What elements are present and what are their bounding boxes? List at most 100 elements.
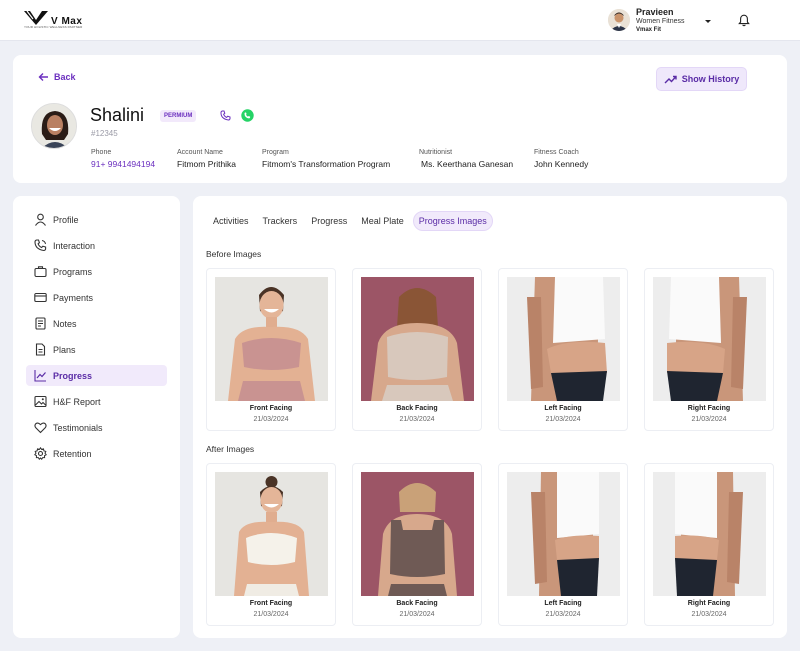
photo-date: 21/03/2024 — [691, 416, 727, 423]
card-icon — [34, 292, 47, 303]
sidebar-item-label: Progress — [53, 370, 93, 381]
sidebar-item-interaction[interactable]: Interaction — [26, 235, 167, 256]
photo-date: 21/03/2024 — [399, 416, 435, 423]
trend-up-icon — [664, 75, 677, 83]
before-right-photo — [653, 277, 766, 401]
photo-label: Left Facing — [544, 600, 582, 607]
show-history-button[interactable]: Show History — [656, 67, 747, 91]
after-right-card[interactable]: Right Facing 21/03/2024 — [644, 463, 774, 626]
user-avatar[interactable] — [608, 9, 630, 31]
photo-label: Back Facing — [396, 600, 438, 607]
after-left-photo — [507, 472, 620, 596]
back-label: Back — [54, 72, 76, 82]
sidebar-item-label: Notes — [53, 318, 77, 329]
call-icon[interactable] — [220, 110, 231, 121]
photo-date: 21/03/2024 — [253, 611, 289, 618]
tab-meal-plate[interactable]: Meal Plate — [356, 211, 409, 231]
chevron-down-icon[interactable] — [703, 17, 713, 25]
after-front-photo — [215, 472, 328, 596]
sidebar-item-label: Payments — [53, 292, 94, 303]
photo-date: 21/03/2024 — [399, 611, 435, 618]
before-front-card[interactable]: Front Facing 21/03/2024 — [206, 268, 336, 431]
field-value: John Kennedy — [534, 159, 589, 169]
before-left-card[interactable]: Left Facing 21/03/2024 — [498, 268, 628, 431]
vmax-logo[interactable]: V Max YOUR HOLISTIC WELLNESS PARTNER — [24, 11, 90, 31]
briefcase-icon — [34, 266, 47, 278]
field-value: Ms. Keerthana Ganesan — [421, 159, 514, 169]
show-history-label: Show History — [681, 74, 740, 84]
logo-mark-icon — [24, 11, 48, 25]
photo-label: Front Facing — [249, 405, 293, 412]
field-nutritionist: Nutritionist Ms. Keerthana Ganesan — [419, 149, 513, 169]
premium-badge: PERMIUM — [160, 110, 197, 122]
client-profile-card: Back Show History Shalini PERMIUM #12345… — [13, 55, 787, 183]
sidebar-item-label: H&F Report — [53, 396, 101, 407]
sidebar-item-label: Retention — [53, 448, 92, 459]
field-fitness-coach: Fitness Coach John Kennedy — [534, 149, 588, 169]
photo-label: Left Facing — [544, 405, 582, 412]
before-images-title: Before Images — [206, 249, 262, 259]
heart-icon — [34, 422, 47, 434]
field-label: Phone — [91, 149, 112, 156]
phone-value[interactable]: 91+ 9941494194 — [91, 159, 155, 169]
sidebar-item-progress[interactable]: Progress — [26, 365, 167, 386]
field-phone: Phone 91+ 9941494194 — [91, 149, 155, 169]
tab-progress[interactable]: Progress — [306, 211, 352, 231]
phone-icon — [34, 239, 47, 252]
after-back-card[interactable]: Back Facing 21/03/2024 — [352, 463, 482, 626]
sidebar-item-retention[interactable]: Retention — [26, 443, 167, 464]
client-name: Shalini — [90, 105, 145, 125]
after-front-card[interactable]: Front Facing 21/03/2024 — [206, 463, 336, 626]
photo-label: Front Facing — [249, 600, 293, 607]
trend-icon — [34, 370, 46, 382]
sidebar-item-notes[interactable]: Notes — [26, 313, 167, 334]
tab-progress-images[interactable]: Progress Images — [412, 211, 493, 231]
user-name: Pravieen — [636, 7, 674, 17]
bell-icon[interactable] — [738, 14, 750, 27]
sidebar-item-payments[interactable]: Payments — [26, 287, 167, 308]
user-org: Vmax Fit — [636, 27, 662, 33]
client-avatar — [31, 103, 77, 149]
sidebar-item-programs[interactable]: Programs — [26, 261, 167, 282]
photo-date: 21/03/2024 — [545, 416, 581, 423]
field-label: Fitness Coach — [534, 149, 579, 156]
field-label: Program — [262, 149, 289, 156]
after-left-card[interactable]: Left Facing 21/03/2024 — [498, 463, 628, 626]
sidebar-item-hf-report[interactable]: H&F Report — [26, 391, 167, 412]
document-icon — [35, 343, 46, 356]
photo-label: Right Facing — [687, 405, 731, 412]
field-program: Program Fitmom's Transformation Program — [262, 149, 390, 169]
settings-icon — [34, 447, 47, 460]
sidebar-item-label: Plans — [53, 344, 76, 355]
notes-icon — [35, 317, 46, 330]
field-value: Fitmom's Transformation Program — [262, 159, 391, 169]
whatsapp-icon[interactable] — [241, 109, 254, 122]
back-button[interactable]: Back — [38, 72, 76, 82]
sidebar-item-profile[interactable]: Profile — [26, 209, 167, 230]
before-left-photo — [507, 277, 620, 401]
sidebar-item-label: Programs — [53, 266, 93, 277]
sidebar-item-label: Testimonials — [53, 422, 103, 433]
photo-label: Back Facing — [396, 405, 438, 412]
sidebar-item-plans[interactable]: Plans — [26, 339, 167, 360]
photo-date: 21/03/2024 — [691, 611, 727, 618]
after-images-title: After Images — [206, 444, 255, 454]
sidebar-item-testimonials[interactable]: Testimonials — [26, 417, 167, 438]
photo-label: Right Facing — [687, 600, 731, 607]
before-back-card[interactable]: Back Facing 21/03/2024 — [352, 268, 482, 431]
arrow-left-icon — [38, 73, 48, 81]
after-right-photo — [653, 472, 766, 596]
field-account-name: Account Name Fitmom Prithika — [177, 149, 236, 169]
sidebar: Profile Interaction Programs Payments No… — [13, 196, 180, 638]
user-role: Women Fitness — [636, 18, 685, 25]
tab-trackers[interactable]: Trackers — [258, 211, 303, 231]
before-right-card[interactable]: Right Facing 21/03/2024 — [644, 268, 774, 431]
image-icon — [34, 395, 47, 408]
photo-date: 21/03/2024 — [253, 416, 289, 423]
tab-activities[interactable]: Activities — [208, 211, 254, 231]
tab-bar: Activities Trackers Progress Meal Plate … — [208, 211, 493, 231]
before-back-photo — [361, 277, 474, 401]
before-front-photo — [215, 277, 328, 401]
progress-images-panel: Activities Trackers Progress Meal Plate … — [193, 196, 787, 638]
sidebar-item-label: Profile — [53, 214, 79, 225]
